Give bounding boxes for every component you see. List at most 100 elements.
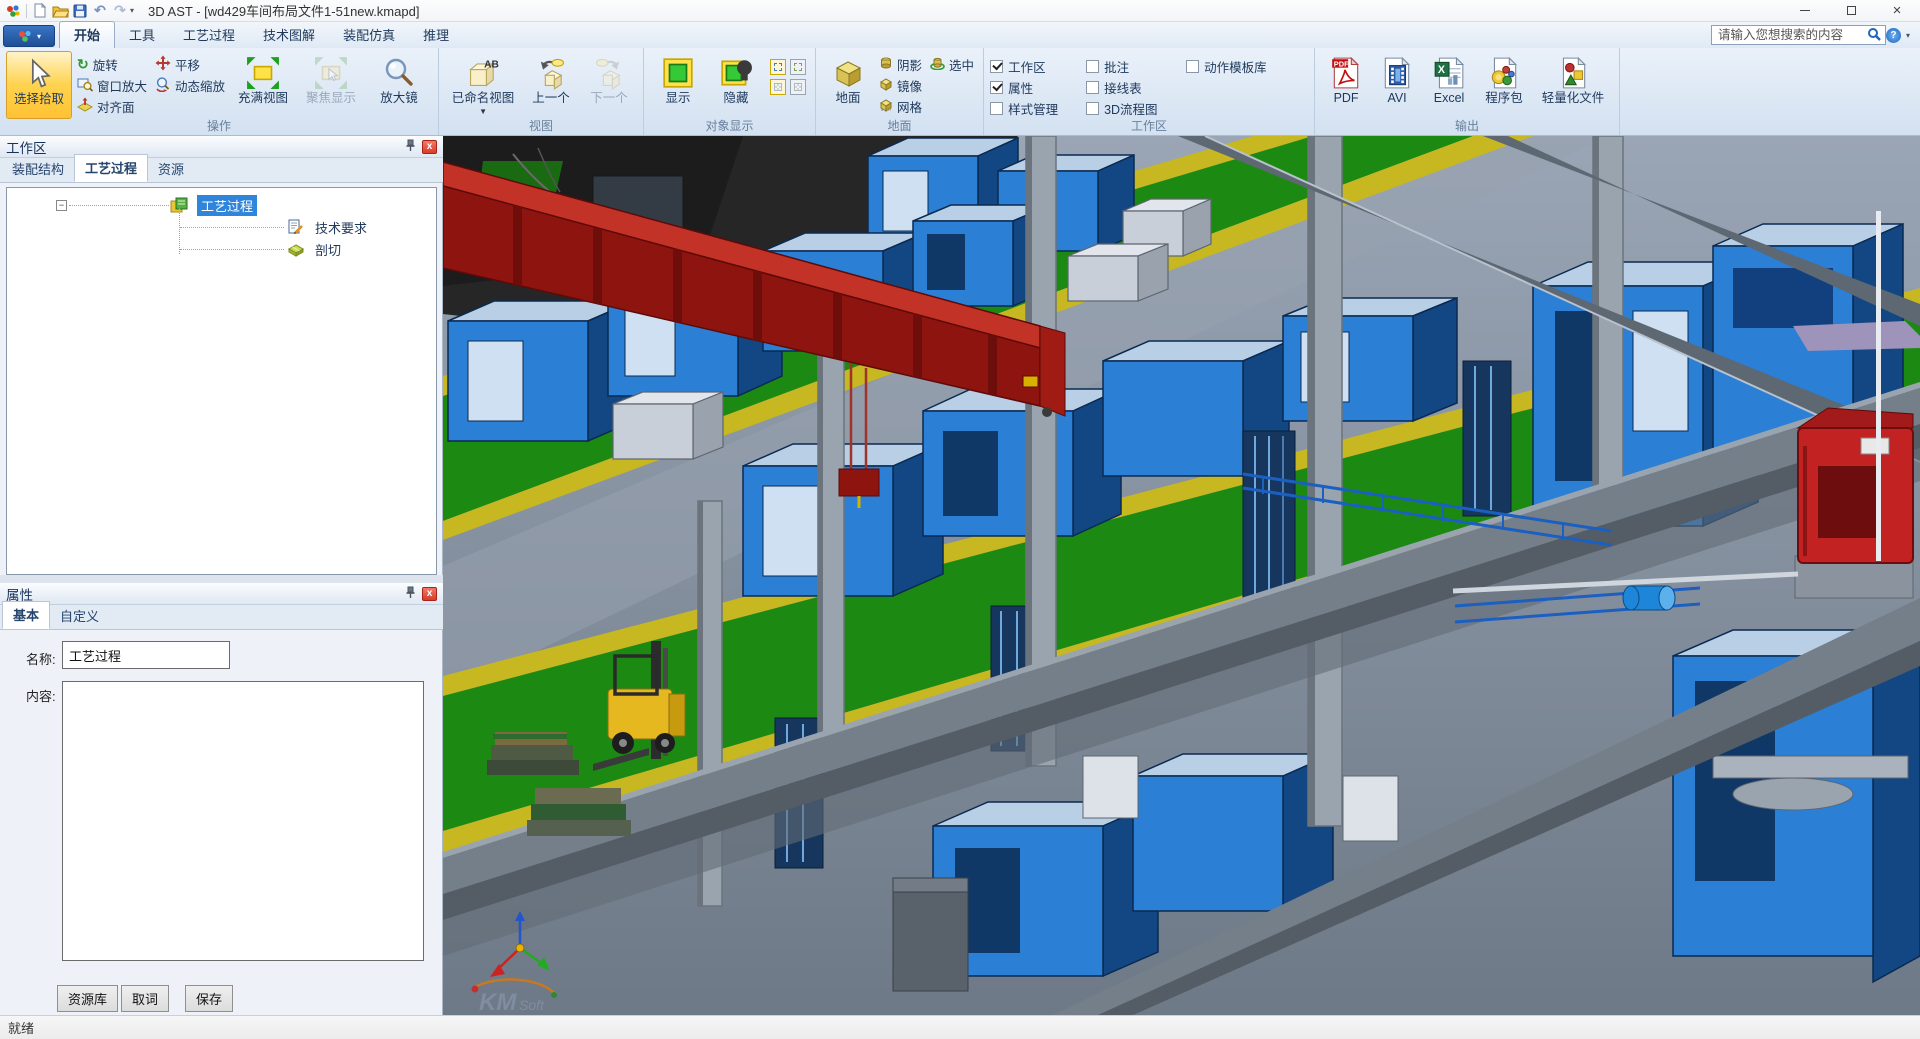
open-file-icon[interactable] xyxy=(50,2,70,20)
dynamic-zoom-icon xyxy=(155,76,171,95)
svg-text:PDF: PDF xyxy=(1334,60,1349,69)
rotate-button[interactable]: ↻ 旋转 xyxy=(74,55,150,74)
next-view-button[interactable]: 下一个 xyxy=(581,51,637,119)
undo-icon[interactable]: ↶ xyxy=(90,2,110,20)
new-file-icon[interactable] xyxy=(30,2,50,20)
checkbox-3d-flowchart[interactable]: 3D流程图 xyxy=(1086,98,1182,119)
process-tree[interactable]: − 工艺过程 技术要求 剖切 xyxy=(6,187,437,575)
app-menu-button[interactable]: ▾ xyxy=(3,25,55,47)
display-toggle-1-icon[interactable] xyxy=(770,59,786,75)
tab-assembly-structure[interactable]: 装配结构 xyxy=(2,156,74,182)
export-excel-button[interactable]: X Excel xyxy=(1423,51,1475,119)
export-avi-button[interactable]: AVI xyxy=(1373,51,1421,119)
fit-view-button[interactable]: 充满视图 xyxy=(230,51,296,119)
ground-button[interactable]: 地面 xyxy=(822,51,874,119)
help-icon[interactable]: ? xyxy=(1886,28,1901,43)
tree-node-section-cut[interactable]: 剖切 xyxy=(7,238,436,260)
align-face-icon xyxy=(77,97,93,116)
svg-text:X: X xyxy=(1438,64,1445,76)
save-icon[interactable] xyxy=(70,2,90,20)
tab-resources[interactable]: 资源 xyxy=(148,156,194,182)
checkbox-wiring-table[interactable]: 接线表 xyxy=(1086,77,1182,98)
tab-process-tree[interactable]: 工艺过程 xyxy=(74,154,148,182)
window-zoom-button[interactable]: 窗口放大 xyxy=(74,76,150,95)
show-icon xyxy=(661,54,695,92)
tab-process[interactable]: 工艺过程 xyxy=(169,22,249,48)
app-logo-icon xyxy=(3,2,23,20)
export-lightweight-button[interactable]: 轻量化文件 xyxy=(1533,51,1613,119)
status-bar: 就绪 xyxy=(0,1015,1920,1039)
resource-library-button[interactable]: 资源库 xyxy=(57,985,118,1012)
tab-reasoning[interactable]: 推理 xyxy=(409,22,463,48)
grid-button[interactable]: 网格 xyxy=(876,97,925,116)
checkbox-action-template-lib[interactable]: 动作模板库 xyxy=(1186,56,1308,77)
tab-assembly-sim[interactable]: 装配仿真 xyxy=(329,22,409,48)
divider xyxy=(26,4,27,18)
search-input[interactable] xyxy=(1711,25,1886,45)
named-views-button[interactable]: AB 已命名视图 ▼ xyxy=(445,51,521,119)
pin-icon[interactable] xyxy=(405,139,416,155)
content-label: 内容: xyxy=(26,686,56,705)
selected-button[interactable]: 选中 xyxy=(927,55,977,74)
tree-node-tech-requirements[interactable]: 技术要求 xyxy=(7,216,436,238)
focus-display-button[interactable]: 聚焦显示 xyxy=(298,51,364,119)
save-button[interactable]: 保存 xyxy=(185,985,233,1012)
mirror-button[interactable]: 镜像 xyxy=(876,76,925,95)
selected-icon xyxy=(930,56,945,73)
close-button[interactable]: × xyxy=(1874,0,1920,22)
content-textarea[interactable] xyxy=(62,681,424,961)
3d-viewport[interactable]: KM Soft xyxy=(443,136,1920,1015)
display-toggle-4-icon[interactable] xyxy=(790,79,806,95)
tree-expander-icon[interactable]: − xyxy=(56,200,67,211)
checkbox-annotation[interactable]: 批注 xyxy=(1086,56,1182,77)
search-icon[interactable] xyxy=(1867,27,1881,44)
dynamic-zoom-button[interactable]: 动态缩放 xyxy=(152,76,228,95)
ribbon-group-ground: 地面 阴影 镜像 网格 xyxy=(816,48,984,135)
select-pick-button[interactable]: 选择拾取 xyxy=(6,51,72,119)
tab-basic[interactable]: 基本 xyxy=(2,601,50,629)
title-bar: ↶ ↷ ▾ 3D AST - [wd429车间布局文件1-51new.kmapd… xyxy=(0,0,1920,22)
previous-view-button[interactable]: 上一个 xyxy=(523,51,579,119)
tab-tech-diagram[interactable]: 技术图解 xyxy=(249,22,329,48)
checkbox-style-manage[interactable]: 样式管理 xyxy=(990,98,1082,119)
pick-word-button[interactable]: 取词 xyxy=(121,985,169,1012)
workspace-close-icon[interactable]: x xyxy=(422,140,437,154)
quick-access-caret-icon[interactable]: ▾ xyxy=(130,6,134,15)
export-package-button[interactable]: 程序包 xyxy=(1477,51,1531,119)
tab-custom[interactable]: 自定义 xyxy=(50,603,109,629)
panel-splitter[interactable] xyxy=(0,575,443,583)
display-toggle-2-icon[interactable] xyxy=(790,59,806,75)
tree-node-root[interactable]: − 工艺过程 xyxy=(7,194,436,216)
display-toggle-3-icon[interactable] xyxy=(770,79,786,95)
maximize-button[interactable] xyxy=(1828,0,1874,22)
tab-tools[interactable]: 工具 xyxy=(115,22,169,48)
lightweight-file-icon xyxy=(1557,54,1589,92)
group-label-operate: 操作 xyxy=(0,117,438,134)
checkbox-properties[interactable]: 属性 xyxy=(990,77,1082,98)
name-label: 名称: xyxy=(26,649,56,668)
shadow-button[interactable]: 阴影 xyxy=(876,55,925,74)
hide-icon xyxy=(719,54,753,92)
workspace-tabs: 装配结构 工艺过程 资源 xyxy=(0,158,443,183)
ribbon-group-object-display: 显示 隐藏 对象显示 xyxy=(644,48,816,135)
window-zoom-icon xyxy=(77,76,93,95)
ribbon-group-operate: 选择拾取 ↻ 旋转 窗口放大 对齐面 xyxy=(0,48,439,135)
magnifier-button[interactable]: 放大镜 xyxy=(366,51,432,119)
avi-icon xyxy=(1381,54,1413,92)
hide-button[interactable]: 隐藏 xyxy=(708,51,764,119)
show-button[interactable]: 显示 xyxy=(650,51,706,119)
pan-button[interactable]: 平移 xyxy=(152,55,228,74)
checkbox-workspace[interactable]: 工作区 xyxy=(990,56,1082,77)
export-pdf-button[interactable]: PDF PDF xyxy=(1321,51,1371,119)
redo-icon[interactable]: ↷ xyxy=(110,2,130,20)
tab-home[interactable]: 开始 xyxy=(59,21,115,48)
left-panel: 工作区 x 装配结构 工艺过程 资源 − 工艺过程 技术要求 xyxy=(0,136,443,1015)
align-face-button[interactable]: 对齐面 xyxy=(74,97,150,116)
name-input[interactable] xyxy=(62,641,230,669)
help-caret-icon[interactable]: ▾ xyxy=(1906,31,1910,40)
shadow-icon xyxy=(879,56,893,73)
minimize-button[interactable] xyxy=(1782,0,1828,22)
svg-text:AB: AB xyxy=(484,59,499,70)
pin-icon[interactable] xyxy=(405,586,416,602)
properties-close-icon[interactable]: x xyxy=(422,587,437,601)
